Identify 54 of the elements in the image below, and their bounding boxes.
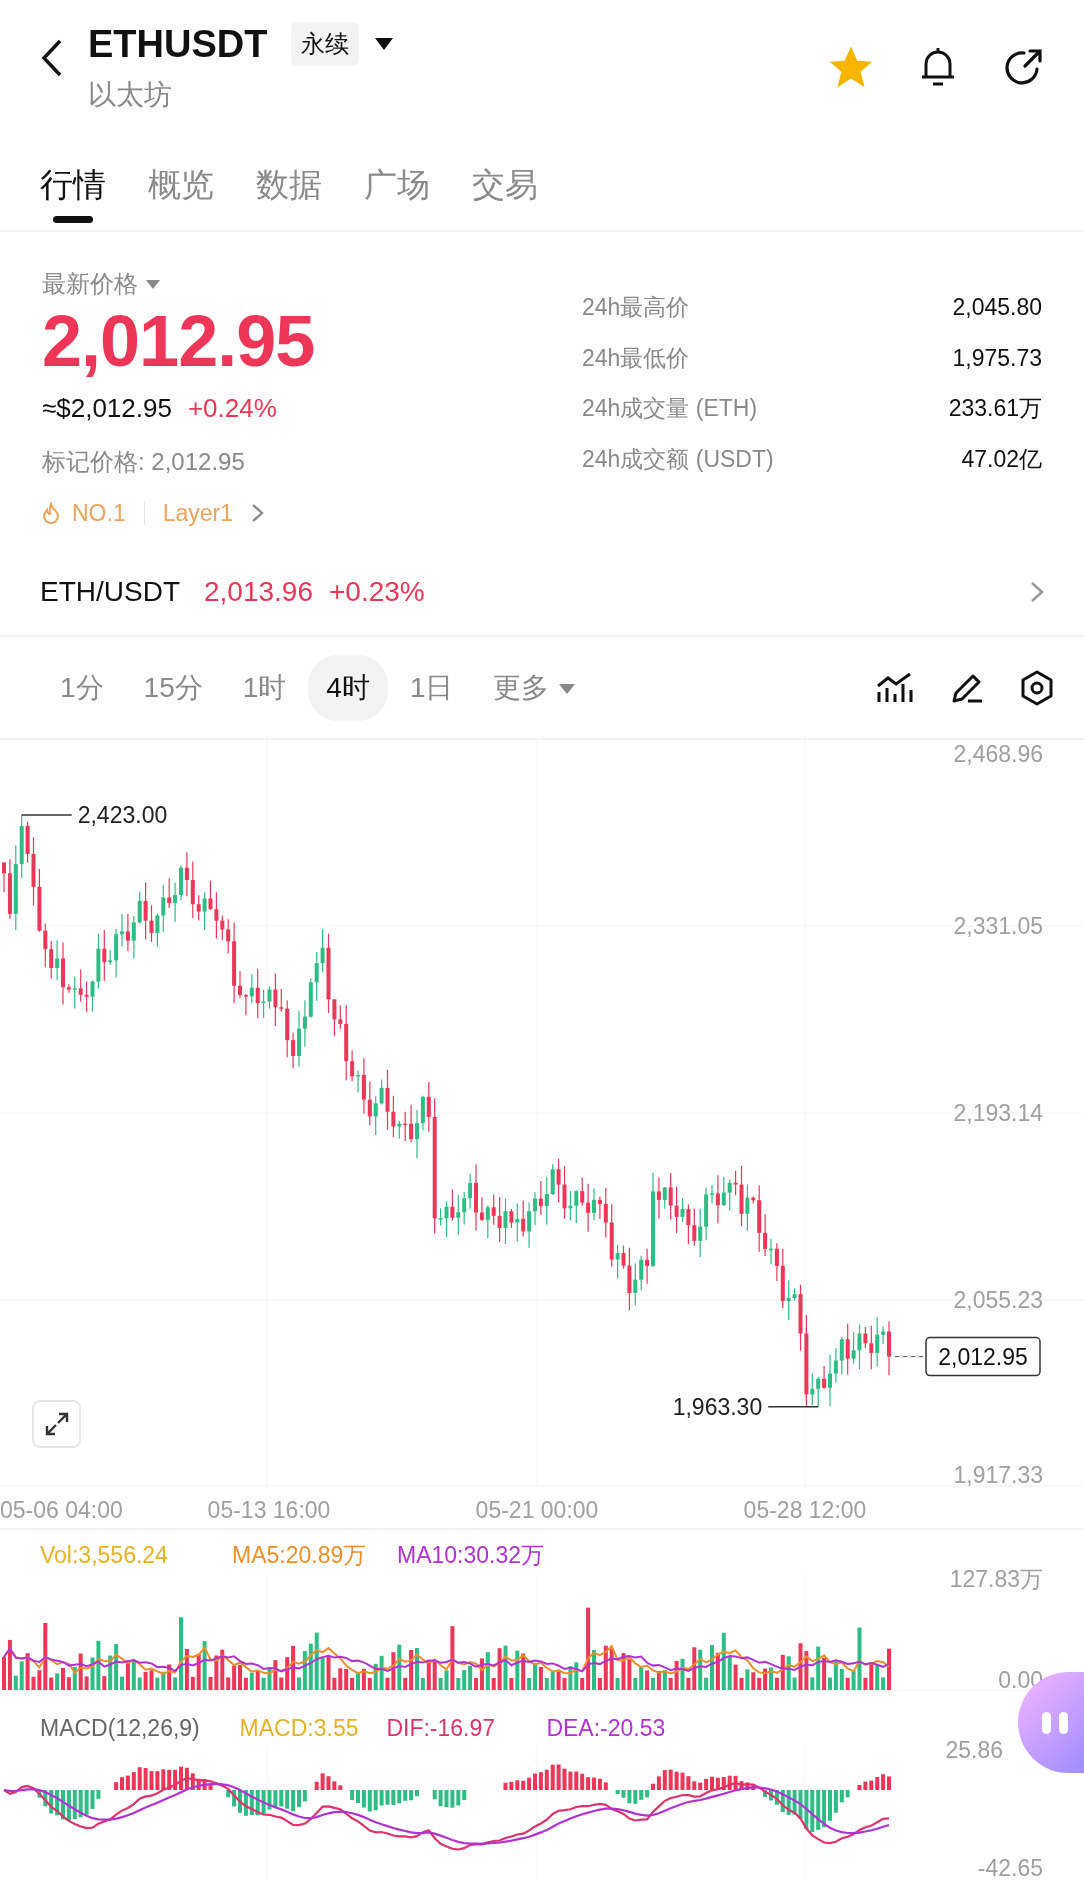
macd-axis-label: -42.65 — [977, 1855, 1043, 1881]
tab[interactable]: 交易 — [472, 139, 538, 231]
stat-value: 2,045.80 — [952, 293, 1042, 322]
contract-type-tag[interactable]: 永续 — [291, 22, 360, 66]
volume-legend: MA5:20.89万 — [232, 1542, 367, 1568]
interval-tab[interactable]: 更多 — [475, 654, 594, 721]
symbol-title: ETHUSDT — [88, 25, 268, 63]
price-axis-label: 1,917.33 — [953, 1462, 1043, 1488]
spot-change: +0.23% — [329, 574, 425, 609]
volume-legend: Vol:3,556.24 — [40, 1542, 168, 1568]
spot-pair[interactable]: ETH/USDT — [40, 570, 180, 613]
macd-legend: DIF:-16.97 — [386, 1715, 496, 1741]
spot-price: 2,013.96 — [204, 574, 313, 609]
asset-name: 以太坊 — [88, 78, 173, 112]
volume-legend: MA10:30.32万 — [397, 1542, 545, 1568]
time-axis-label: 05-13 16:00 — [207, 1497, 331, 1523]
interval-tab[interactable]: 4时 — [308, 654, 388, 721]
last-price: 2,012.95 — [42, 302, 316, 382]
stat-label: 24h成交额 (USDT) — [582, 444, 774, 474]
last-price-tag: 2,012.95 — [925, 1336, 1041, 1377]
stat-label: 24h最低价 — [582, 343, 690, 373]
tab[interactable]: 行情 — [40, 139, 106, 231]
price-axis-label: 2,468.96 — [953, 741, 1043, 767]
tag-label[interactable]: NO.1 — [72, 496, 126, 531]
macd-legend: MACD:3.55 — [239, 1715, 359, 1741]
stat-label: 24h成交量 (ETH) — [582, 394, 758, 423]
time-axis-label: 05-28 12:00 — [743, 1497, 867, 1523]
tab[interactable]: 概览 — [148, 139, 214, 231]
interval-tab[interactable]: 15分 — [125, 654, 221, 721]
stat-value: 47.02亿 — [961, 444, 1042, 474]
macd-legend: MACD(12,26,9) — [40, 1715, 200, 1741]
price-axis-label: 2,055.23 — [953, 1287, 1043, 1313]
macd-axis-label: 25.86 — [945, 1737, 1003, 1763]
price-change: +0.24% — [187, 392, 277, 426]
price-axis-label: 2,331.05 — [953, 913, 1043, 939]
price-label: 最新价格 — [42, 269, 138, 299]
low-price-label: 1,963.30 — [672, 1393, 763, 1420]
price-axis-label: 2,193.14 — [953, 1100, 1043, 1126]
high-price-label: 2,423.00 — [77, 801, 168, 828]
stat-value: 233.61万 — [948, 394, 1042, 423]
time-axis-label: 05-06 04:00 — [0, 1497, 123, 1523]
volume-axis-label: 127.83万 — [949, 1566, 1043, 1592]
stat-label: 24h最高价 — [582, 293, 690, 322]
tag-label[interactable]: Layer1 — [162, 496, 233, 531]
time-axis-label: 05-21 00:00 — [475, 1497, 599, 1523]
tab[interactable]: 数据 — [256, 139, 322, 231]
usd-price: ≈$2,012.95 — [42, 392, 172, 426]
interval-tab[interactable]: 1时 — [224, 654, 305, 721]
interval-tab[interactable]: 1日 — [391, 654, 472, 721]
interval-tab[interactable]: 1分 — [42, 654, 122, 721]
mark-price: 标记价格: 2,012.95 — [42, 447, 246, 478]
tab[interactable]: 广场 — [364, 139, 430, 231]
stat-value: 1,975.73 — [952, 343, 1042, 373]
macd-legend: DEA:-20.53 — [546, 1715, 666, 1741]
